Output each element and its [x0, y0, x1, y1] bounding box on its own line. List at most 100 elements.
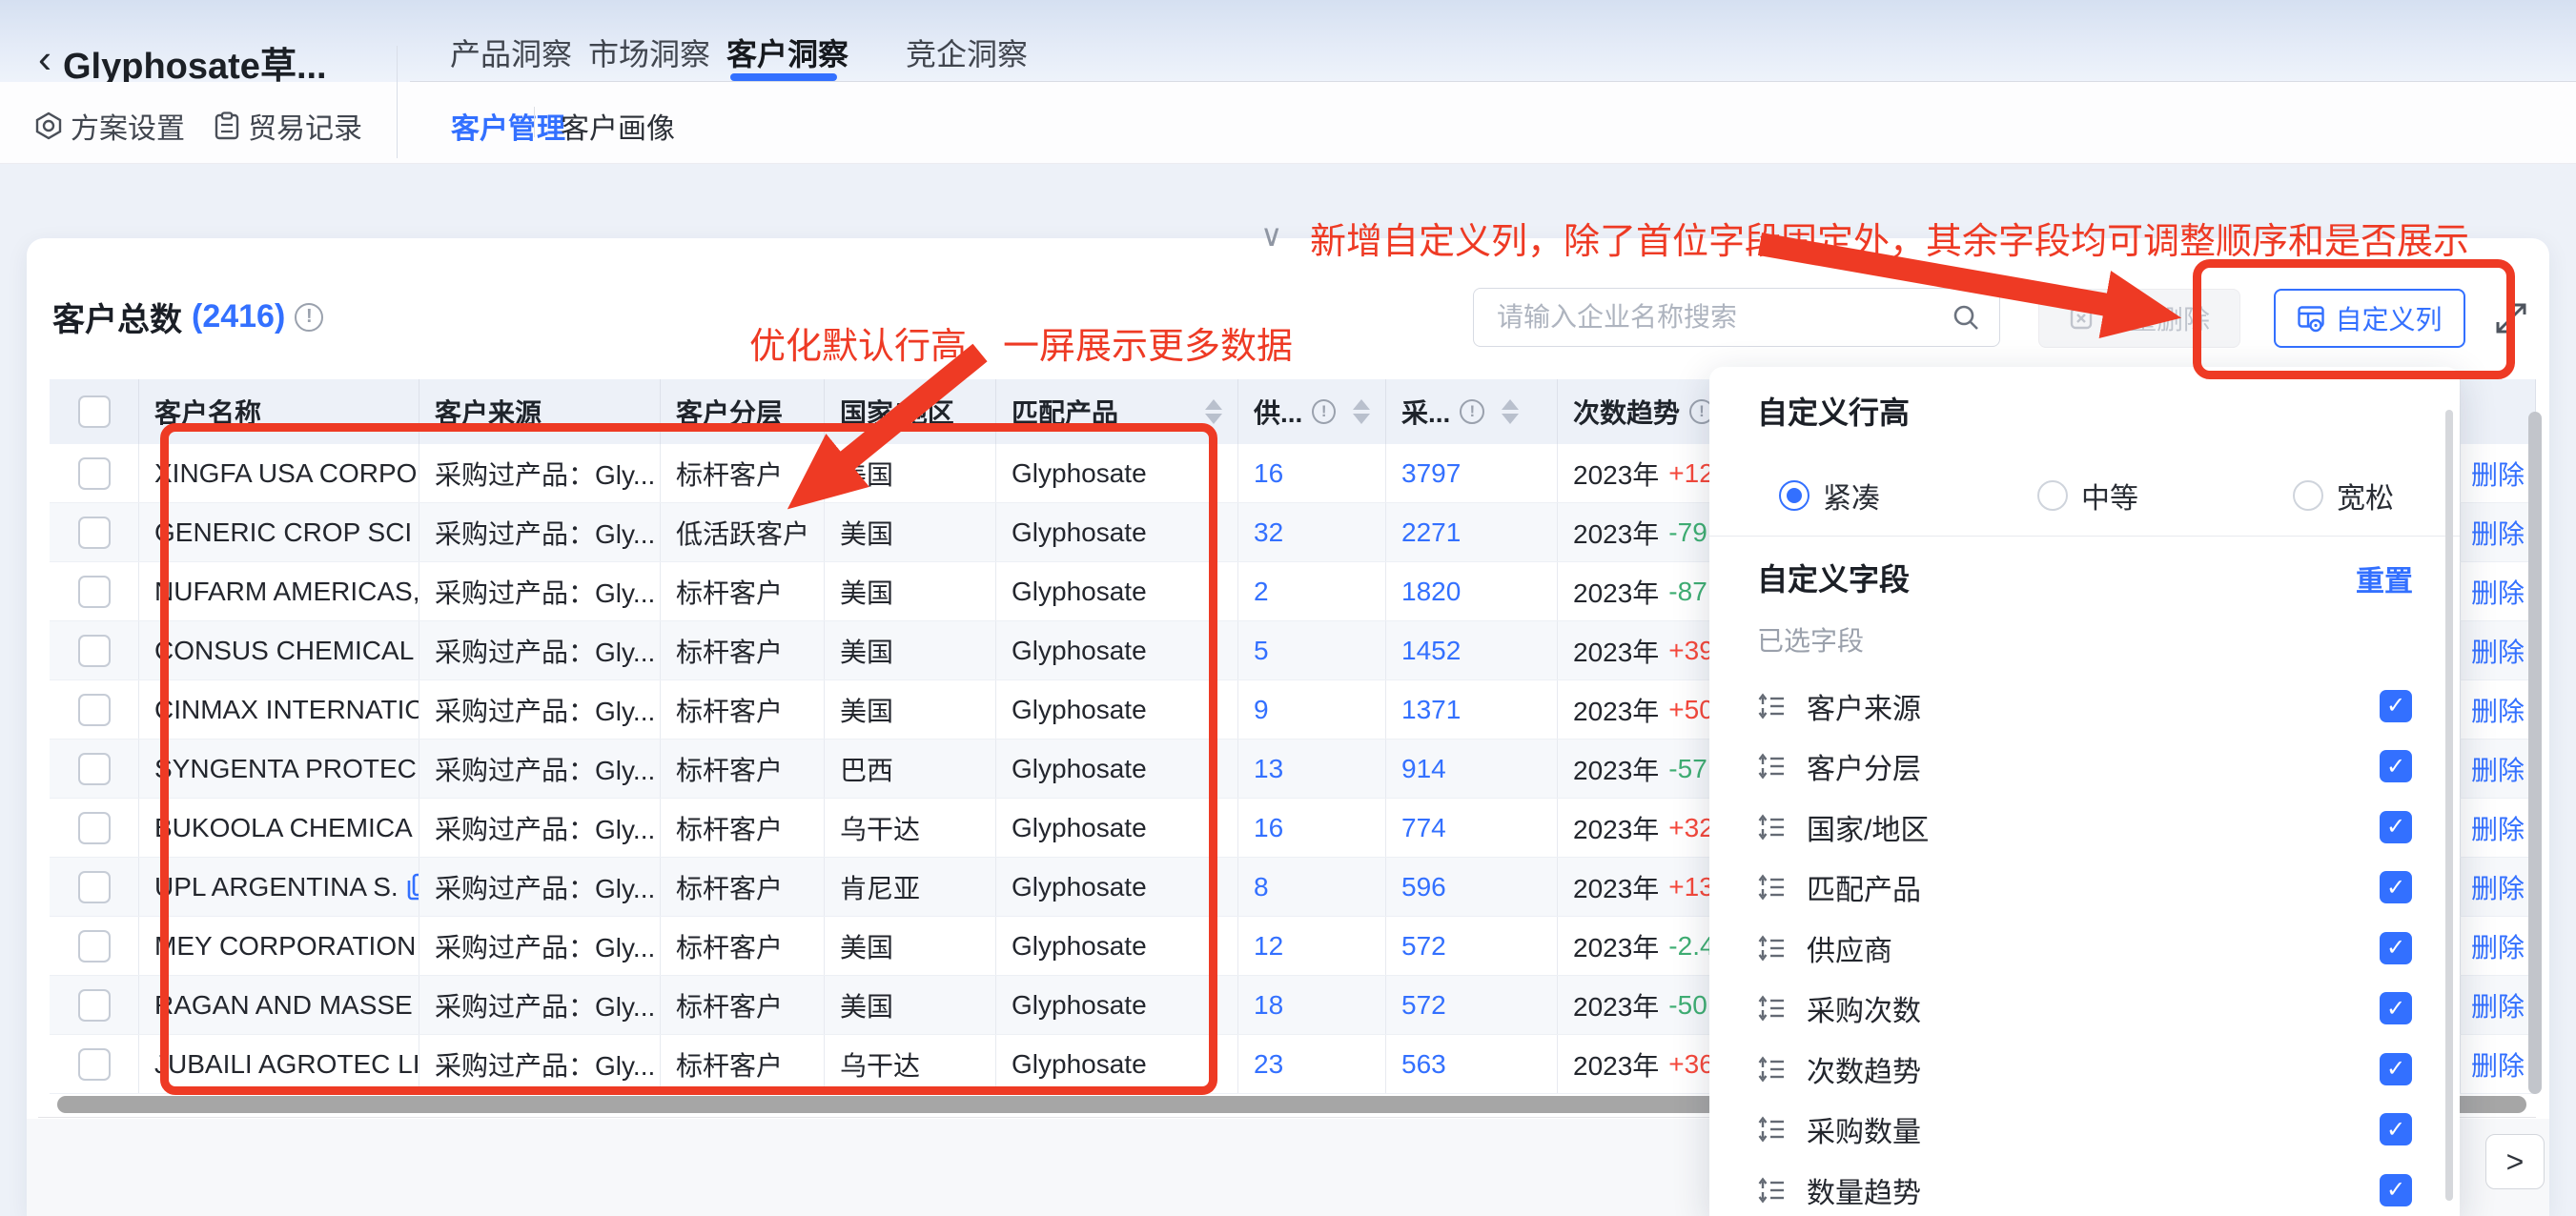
suppliers-value[interactable]: 9: [1254, 695, 1269, 725]
drag-handle-icon[interactable]: [1757, 873, 1786, 902]
delete-link[interactable]: 删除: [2471, 455, 2525, 493]
delete-link[interactable]: 删除: [2471, 927, 2525, 965]
field-checkbox[interactable]: ✓: [2380, 750, 2412, 782]
purchase-count-value[interactable]: 1820: [1401, 577, 1461, 607]
drag-handle-icon[interactable]: [1757, 994, 1786, 1023]
drag-handle-icon[interactable]: [1757, 1115, 1786, 1144]
reset-fields-link[interactable]: 重置: [2356, 557, 2413, 599]
suppliers-value[interactable]: 5: [1254, 636, 1269, 666]
delete-link[interactable]: 删除: [2471, 868, 2525, 906]
delete-link[interactable]: 删除: [2471, 573, 2525, 611]
purchase-count-value[interactable]: 3797: [1401, 458, 1461, 489]
suppliers-value[interactable]: 12: [1254, 931, 1283, 962]
row-select-cell: [50, 503, 139, 561]
row-checkbox[interactable]: [78, 635, 111, 667]
purchase-count-value[interactable]: 2271: [1401, 517, 1461, 548]
row-checkbox[interactable]: [78, 694, 111, 726]
panel-scrollbar-thumb[interactable]: [2445, 410, 2453, 1201]
drag-handle-icon[interactable]: [1757, 1055, 1786, 1084]
matched-product-cell: Glyphosate: [996, 740, 1238, 798]
purchase-count-value[interactable]: 914: [1401, 754, 1446, 784]
purchase-count-value[interactable]: 774: [1401, 813, 1446, 843]
row-checkbox[interactable]: [78, 871, 111, 903]
field-checkbox[interactable]: ✓: [2380, 1113, 2412, 1145]
drag-handle-icon[interactable]: [1757, 934, 1786, 963]
suppliers-value[interactable]: 18: [1254, 990, 1283, 1021]
purchase-count-value[interactable]: 572: [1401, 931, 1446, 962]
suppliers-value[interactable]: 2: [1254, 577, 1269, 607]
info-icon[interactable]: !: [1460, 399, 1484, 424]
radio-icon[interactable]: [2037, 480, 2068, 511]
delete-link[interactable]: 删除: [2471, 809, 2525, 847]
customize-columns-button[interactable]: 自定义列: [2274, 289, 2465, 348]
info-icon[interactable]: !: [1312, 399, 1336, 424]
suppliers-value[interactable]: 23: [1254, 1049, 1283, 1080]
purchase-count-value[interactable]: 572: [1401, 990, 1446, 1021]
suppliers-value[interactable]: 16: [1254, 458, 1283, 489]
drag-handle-icon[interactable]: [1757, 1176, 1786, 1205]
radio-icon[interactable]: [2293, 480, 2323, 511]
row-checkbox[interactable]: [78, 989, 111, 1022]
customer-name-cell: MEY CORPORATION: [139, 917, 419, 975]
suppliers-value[interactable]: 8: [1254, 872, 1269, 902]
row-checkbox[interactable]: [78, 812, 111, 844]
drag-handle-icon[interactable]: [1757, 813, 1786, 841]
row-checkbox[interactable]: [78, 1048, 111, 1081]
field-checkbox[interactable]: ✓: [2380, 1053, 2412, 1085]
search-icon[interactable]: [1952, 303, 1980, 332]
sort-icons[interactable]: [1205, 399, 1222, 424]
action-trade-records[interactable]: 贸易记录: [214, 105, 362, 147]
total-info-icon[interactable]: !: [295, 303, 323, 332]
action-plan-settings[interactable]: 方案设置: [34, 105, 185, 147]
select-all-checkbox[interactable]: [78, 395, 111, 428]
drag-handle-icon[interactable]: [1757, 752, 1786, 780]
field-checkbox[interactable]: ✓: [2380, 992, 2412, 1024]
suppliers-value[interactable]: 13: [1254, 754, 1283, 784]
delete-link[interactable]: 删除: [2471, 1045, 2525, 1084]
field-checkbox[interactable]: ✓: [2380, 871, 2412, 903]
purchase-count-value[interactable]: 563: [1401, 1049, 1446, 1080]
header-actions: [2460, 379, 2536, 444]
suppliers-cell: 18: [1238, 976, 1386, 1034]
row-checkbox[interactable]: [78, 576, 111, 608]
delete-link[interactable]: 删除: [2471, 986, 2525, 1024]
subtab-customer-profile[interactable]: 客户画像: [561, 105, 675, 147]
delete-link[interactable]: 删除: [2471, 750, 2525, 788]
row-height-option-1[interactable]: 紧凑: [1779, 475, 1880, 517]
suppliers-value[interactable]: 16: [1254, 813, 1283, 843]
radio-icon[interactable]: [1779, 480, 1809, 511]
sort-icons[interactable]: [1502, 399, 1519, 424]
collapse-chevron-icon[interactable]: ∨: [1260, 217, 1282, 253]
purchase-count-value[interactable]: 596: [1401, 872, 1446, 902]
field-checkbox[interactable]: ✓: [2380, 932, 2412, 964]
batch-delete-button[interactable]: 批量删除: [2038, 289, 2240, 348]
row-checkbox[interactable]: [78, 457, 111, 490]
row-height-option-2[interactable]: 中等: [2037, 475, 2138, 517]
main-tab-4[interactable]: 竞企洞察: [906, 30, 1028, 74]
main-tab-3[interactable]: 客户洞察: [726, 30, 848, 74]
subtab-customer-management[interactable]: 客户管理: [451, 105, 565, 147]
suppliers-value[interactable]: 32: [1254, 517, 1283, 548]
main-tab-1[interactable]: 产品洞察: [450, 30, 572, 74]
sort-icons[interactable]: [1353, 399, 1370, 424]
row-height-option-3[interactable]: 宽松: [2293, 475, 2394, 517]
copy-icon[interactable]: [406, 873, 419, 902]
main-tab-2[interactable]: 市场洞察: [588, 30, 710, 74]
row-checkbox[interactable]: [78, 517, 111, 549]
drag-handle-icon[interactable]: [1757, 692, 1786, 720]
purchase-count-value[interactable]: 1452: [1401, 636, 1461, 666]
purchase-count-value[interactable]: 1371: [1401, 695, 1461, 725]
field-checkbox[interactable]: ✓: [2380, 1174, 2412, 1206]
next-page-button[interactable]: >: [2485, 1134, 2545, 1189]
vscrollbar-thumb[interactable]: [2528, 412, 2542, 1094]
fullscreen-toggle[interactable]: [2492, 299, 2530, 337]
delete-link[interactable]: 删除: [2471, 514, 2525, 552]
field-checkbox[interactable]: ✓: [2380, 811, 2412, 843]
delete-link[interactable]: 删除: [2471, 691, 2525, 729]
row-checkbox[interactable]: [78, 930, 111, 963]
field-checkbox[interactable]: ✓: [2380, 690, 2412, 722]
back-icon[interactable]: ‹: [38, 39, 51, 79]
search-input[interactable]: [1497, 302, 1952, 333]
delete-link[interactable]: 删除: [2471, 632, 2525, 670]
row-checkbox[interactable]: [78, 753, 111, 785]
